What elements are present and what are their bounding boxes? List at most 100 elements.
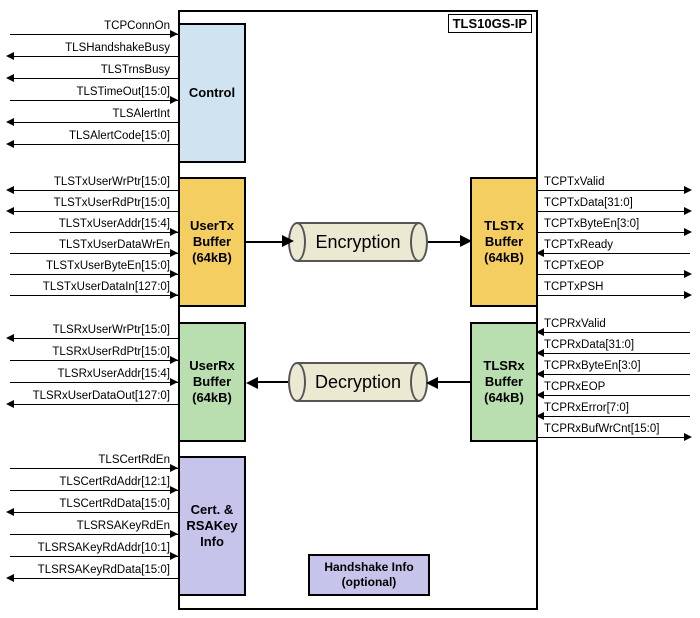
signal-line: [10, 56, 178, 57]
block-cert-label: Cert. & RSAKey Info: [186, 502, 237, 551]
signal-tlsrxuserrdptr150: TLSRxUserRdPtr[15:0]: [10, 346, 170, 358]
arrow-usertx-to-enc-head: [282, 235, 294, 247]
signal-line: [10, 490, 178, 491]
arrow-tlsrx-to-dec-head: [426, 377, 438, 389]
arrow-left-icon: [6, 334, 14, 342]
signal-tcptxvalid: TCPTxValid: [544, 176, 690, 188]
arrow-right-icon: [170, 96, 178, 104]
arrow-right-icon: [684, 433, 692, 441]
signal-tcprxdata310: TCPRxData[31:0]: [544, 339, 690, 351]
signal-tlsalertcode150: TLSAlertCode[15:0]: [10, 130, 170, 142]
process-decryption: Decryption: [288, 362, 428, 402]
signal-tlscertrdaddr121: TLSCertRdAddr[12:1]: [10, 476, 170, 488]
signal-line: [10, 34, 178, 35]
arrow-left-icon: [536, 391, 544, 399]
arrow-left-icon: [536, 249, 544, 257]
signal-tlscertrddata150: TLSCertRdData[15:0]: [10, 498, 170, 510]
block-usertx-buffer: UserTx Buffer (64kB): [178, 177, 246, 307]
signal-tcptxready: TCPTxReady: [544, 239, 690, 251]
block-control: Control: [178, 23, 246, 163]
signal-line: [538, 295, 690, 296]
signal-line: [10, 78, 178, 79]
signal-tlsrxuserwrptr150: TLSRxUserWrPtr[15:0]: [10, 324, 170, 336]
signal-tcprxeop: TCPRxEOP: [544, 381, 690, 393]
signal-line: [538, 211, 690, 212]
signal-tcprxbufwrcnt150: TCPRxBufWrCnt[15:0]: [544, 423, 690, 435]
arrow-right-icon: [170, 270, 178, 278]
arrow-right-icon: [170, 378, 178, 386]
arrow-left-icon: [6, 508, 14, 516]
signal-line: [538, 416, 690, 417]
signal-line: [10, 338, 178, 339]
arrow-right-icon: [684, 186, 692, 194]
signal-tlsrsakeyrden: TLSRSAKeyRdEn: [10, 520, 170, 532]
signal-line: [10, 144, 178, 145]
arrow-left-icon: [6, 186, 14, 194]
signal-line: [10, 360, 178, 361]
process-decryption-label: Decryption: [315, 372, 401, 393]
arrow-right-icon: [684, 291, 692, 299]
signal-tlsrsakeyrdaddr101: TLSRSAKeyRdAddr[10:1]: [10, 542, 170, 554]
signal-tlstxuserrdptr150: TLSTxUserRdPtr[15:0]: [10, 197, 170, 209]
signal-line: [538, 437, 690, 438]
arrow-right-icon: [170, 30, 178, 38]
block-tlstx-label: TLSTx Buffer (64kB): [484, 218, 524, 267]
signal-tlstxuserdatawren: TLSTxUserDataWrEn: [10, 239, 170, 251]
arrow-left-icon: [6, 74, 14, 82]
arrow-right-icon: [170, 464, 178, 472]
process-encryption: Encryption: [288, 222, 428, 262]
arrow-right-icon: [684, 207, 692, 215]
signal-tlstrnsbusy: TLSTrnsBusy: [10, 64, 170, 76]
signal-line: [10, 100, 178, 101]
block-handshake-info: Handshake Info (optional): [308, 554, 430, 596]
signal-line: [10, 253, 178, 254]
signal-tlstxuserwrptr150: TLSTxUserWrPtr[15:0]: [10, 176, 170, 188]
block-tlsrx-label: TLSRx Buffer (64kB): [483, 358, 524, 407]
arrow-left-icon: [6, 574, 14, 582]
arrow-enc-to-tlstx: [428, 241, 464, 243]
signal-line: [538, 232, 690, 233]
arrow-dec-to-userrx-head: [246, 377, 258, 389]
signal-tcprxbyteen30: TCPRxByteEn[3:0]: [544, 360, 690, 372]
arrow-left-icon: [6, 140, 14, 148]
signal-line: [538, 274, 690, 275]
signal-tcprxerror70: TCPRxError[7:0]: [544, 402, 690, 414]
signal-line: [538, 395, 690, 396]
block-usertx-label: UserTx Buffer (64kB): [190, 218, 234, 267]
arrow-enc-to-tlstx-head: [460, 235, 472, 247]
signal-line: [10, 274, 178, 275]
signal-line: [10, 404, 178, 405]
signal-line: [10, 468, 178, 469]
signal-tcptxdata310: TCPTxData[31:0]: [544, 197, 690, 209]
signal-tlsrxuseraddr154: TLSRxUserAddr[15:4]: [10, 368, 170, 380]
arrow-left-icon: [6, 207, 14, 215]
arrow-right-icon: [684, 270, 692, 278]
arrow-usertx-to-enc: [246, 241, 286, 243]
arrow-left-icon: [6, 118, 14, 126]
signal-tcptxbyteen30: TCPTxByteEn[3:0]: [544, 218, 690, 230]
arrow-right-icon: [684, 228, 692, 236]
signal-line: [10, 295, 178, 296]
signal-line: [538, 374, 690, 375]
arrow-left-icon: [6, 400, 14, 408]
signal-line: [538, 253, 690, 254]
signal-line: [538, 353, 690, 354]
arrow-right-icon: [170, 552, 178, 560]
signal-line: [10, 211, 178, 212]
signal-tlsrsakeyrddata150: TLSRSAKeyRdData[15:0]: [10, 564, 170, 576]
signal-tlstxuseraddr154: TLSTxUserAddr[15:4]: [10, 218, 170, 230]
block-userrx-buffer: UserRx Buffer (64kB): [178, 322, 246, 442]
signal-tcptxpsh: TCPTxPSH: [544, 281, 690, 293]
block-tlsrx-buffer: TLSRx Buffer (64kB): [470, 322, 538, 442]
signal-tcprxvalid: TCPRxValid: [544, 318, 690, 330]
signal-line: [10, 578, 178, 579]
signal-line: [10, 190, 178, 191]
signal-tcptxeop: TCPTxEOP: [544, 260, 690, 272]
arrow-right-icon: [170, 291, 178, 299]
arrow-right-icon: [170, 249, 178, 257]
signal-tlshandshakebusy: TLSHandshakeBusy: [10, 42, 170, 54]
signal-tlsalertint: TLSAlertInt: [10, 108, 170, 120]
block-cert-rsakey: Cert. & RSAKey Info: [178, 456, 246, 596]
block-userrx-label: UserRx Buffer (64kB): [189, 358, 235, 407]
arrow-right-icon: [170, 228, 178, 236]
